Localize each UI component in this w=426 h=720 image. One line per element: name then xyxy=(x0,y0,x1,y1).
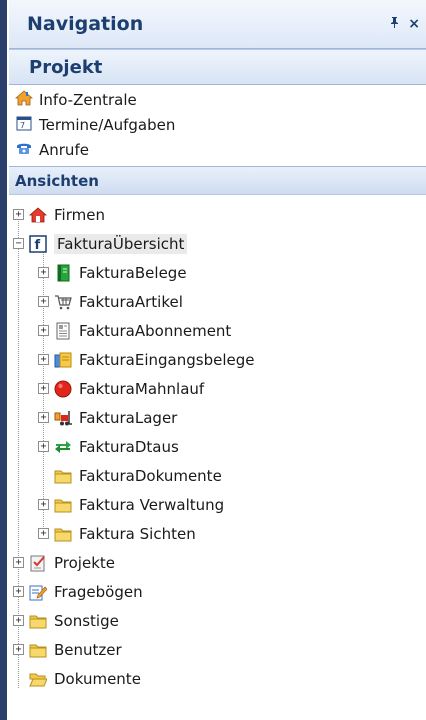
projekt-item-label: Info-Zentrale xyxy=(39,90,137,109)
pane-titlebar: Navigation × xyxy=(9,0,426,49)
tree-node-fakturadokumente[interactable]: FakturaDokumente xyxy=(9,461,426,490)
tree-node-fakturabelege[interactable]: + FakturaBelege xyxy=(9,258,426,287)
calendar-icon: 7 xyxy=(15,114,33,136)
tree-node-sonstige[interactable]: + Sonstige xyxy=(9,606,426,635)
tree-node-label: FakturaEingangsbelege xyxy=(79,350,255,369)
forklift-icon xyxy=(54,409,72,427)
expand-toggle[interactable]: + xyxy=(13,644,24,655)
close-icon[interactable]: × xyxy=(408,16,420,32)
expand-toggle[interactable]: + xyxy=(38,296,49,307)
tree-node-label: Projekte xyxy=(54,553,115,572)
tree-node-frageboegen[interactable]: + Fragebögen xyxy=(9,577,426,606)
tree-node-label: FakturaMahnlauf xyxy=(79,379,205,398)
collapse-toggle[interactable]: − xyxy=(13,238,24,249)
folder-icon xyxy=(29,612,47,630)
tree-node-fakturauebersicht[interactable]: − f FakturaÜbersicht xyxy=(9,229,426,258)
tree-node-label: Faktura Sichten xyxy=(79,524,196,543)
tree-node-label: Firmen xyxy=(54,205,105,224)
expand-toggle[interactable]: + xyxy=(38,267,49,278)
projekt-header[interactable]: Projekt xyxy=(9,49,426,85)
expand-toggle[interactable]: + xyxy=(38,383,49,394)
red-circle-icon xyxy=(54,380,72,398)
projekt-item-label: Termine/Aufgaben xyxy=(39,115,176,134)
cart-icon xyxy=(54,293,72,311)
folder-icon xyxy=(54,496,72,514)
expand-toggle[interactable]: + xyxy=(13,615,24,626)
expand-toggle[interactable]: + xyxy=(38,441,49,452)
projekt-item-termine[interactable]: 7 Termine/Aufgaben xyxy=(15,112,426,137)
projekt-item-anrufe[interactable]: Anrufe xyxy=(15,137,426,162)
expand-toggle[interactable]: + xyxy=(38,325,49,336)
expand-toggle[interactable]: + xyxy=(38,499,49,510)
projekt-list: Info-Zentrale 7 Termine/Aufgaben Anrufe xyxy=(9,85,426,166)
svg-text:7: 7 xyxy=(20,121,25,130)
document-icon xyxy=(54,322,72,340)
tree-node-label: FakturaLager xyxy=(79,408,178,427)
tree-node-fakturaeingangsbelege[interactable]: + FakturaEingangsbelege xyxy=(9,345,426,374)
expand-toggle[interactable]: + xyxy=(38,528,49,539)
expand-toggle[interactable]: + xyxy=(13,586,24,597)
pane-title: Navigation xyxy=(27,13,144,35)
green-book-icon xyxy=(54,264,72,282)
tree-node-label: Dokumente xyxy=(54,669,141,688)
open-folder-icon xyxy=(29,670,47,688)
expand-toggle[interactable]: + xyxy=(38,412,49,423)
tree-node-projekte[interactable]: + Projekte xyxy=(9,548,426,577)
tree-node-label: Sonstige xyxy=(54,611,119,630)
tree-node-firmen[interactable]: + Firmen xyxy=(9,200,426,229)
phone-icon xyxy=(15,139,33,161)
faktura-f-icon: f xyxy=(29,234,47,253)
tree-node-dokumente[interactable]: Dokumente xyxy=(9,664,426,693)
tree-node-label: FakturaÜbersicht xyxy=(54,233,188,254)
pane-controls: × xyxy=(390,16,420,32)
tree-node-label: Fragebögen xyxy=(54,582,143,601)
folder-icon xyxy=(29,641,47,659)
expand-toggle[interactable]: + xyxy=(38,354,49,365)
tree-node-label: FakturaDtaus xyxy=(79,437,179,456)
tree-node-fakturamahnlauf[interactable]: + FakturaMahnlauf xyxy=(9,374,426,403)
pin-icon[interactable] xyxy=(390,16,399,32)
projekt-item-info-zentrale[interactable]: Info-Zentrale xyxy=(14,87,426,112)
home-icon xyxy=(14,89,34,111)
tree-node-fakturalager[interactable]: + FakturaLager xyxy=(9,403,426,432)
incoming-docs-icon xyxy=(54,351,72,369)
tree-node-benutzer[interactable]: + Benutzer xyxy=(9,635,426,664)
tree-node-label: Faktura Verwaltung xyxy=(79,495,225,514)
folder-icon xyxy=(54,467,72,485)
ansichten-tree: + Firmen − f FakturaÜbersicht + FakturaB… xyxy=(9,195,426,693)
projekt-item-label: Anrufe xyxy=(39,140,89,159)
expand-toggle[interactable]: + xyxy=(13,557,24,568)
tree-node-faktura-verwaltung[interactable]: + Faktura Verwaltung xyxy=(9,490,426,519)
checklist-icon xyxy=(29,554,47,572)
dock-edge xyxy=(0,0,7,720)
navigation-pane: Navigation × Projekt Info-Zentrale 7 Ter… xyxy=(9,0,426,720)
tree-node-label: Benutzer xyxy=(54,640,122,659)
expand-toggle[interactable]: + xyxy=(13,209,24,220)
tree-node-label: FakturaDokumente xyxy=(79,466,222,485)
tree-node-label: FakturaBelege xyxy=(79,263,187,282)
ansichten-header[interactable]: Ansichten xyxy=(9,166,426,195)
house-icon xyxy=(29,206,47,224)
tree-node-fakturaartikel[interactable]: + FakturaArtikel xyxy=(9,287,426,316)
tree-node-label: FakturaArtikel xyxy=(79,292,183,311)
transfer-arrows-icon xyxy=(54,438,72,456)
folder-icon xyxy=(54,525,72,543)
tree-node-label: FakturaAbonnement xyxy=(79,321,232,340)
tree-node-faktura-sichten[interactable]: + Faktura Sichten xyxy=(9,519,426,548)
svg-text:f: f xyxy=(35,238,41,253)
tree-node-fakturadtaus[interactable]: + FakturaDtaus xyxy=(9,432,426,461)
tree-node-fakturaabonnement[interactable]: + FakturaAbonnement xyxy=(9,316,426,345)
form-pencil-icon xyxy=(29,583,47,601)
